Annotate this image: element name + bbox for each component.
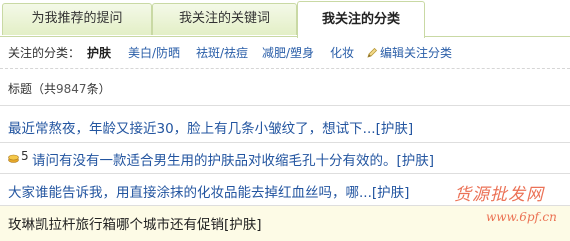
- question-title: 最近常熬夜，年龄又接近30，脸上有几条小皱纹了，想试下...: [8, 121, 376, 137]
- question-tag: [护肤]: [371, 185, 410, 201]
- filter-label: 关注的分类：: [8, 46, 81, 60]
- pencil-icon: [367, 47, 378, 58]
- edit-categories-link[interactable]: 编辑关注分类: [380, 44, 452, 62]
- category-skincare[interactable]: 护肤: [87, 44, 111, 62]
- count-number: 9847: [56, 82, 87, 96]
- divider: [0, 173, 570, 174]
- question-tag: [护肤]: [396, 153, 435, 169]
- question-row[interactable]: 玫琳凯拉杆旅行箱哪个城市还有促销[护肤]: [0, 206, 570, 241]
- tab-followed-categories[interactable]: 我关注的分类: [297, 1, 425, 38]
- question-link[interactable]: 请问有没有一款适合男生用的护肤品对收缩毛孔十分有效的。[护肤]: [32, 149, 434, 169]
- category-slimming[interactable]: 减肥/塑身: [262, 44, 314, 62]
- question-link[interactable]: 玫琳凯拉杆旅行箱哪个城市还有促销[护肤]: [8, 213, 262, 233]
- category-makeup[interactable]: 化妆: [330, 44, 354, 62]
- tab-bar: 为我推荐的提问 我关注的关键词 我关注的分类: [0, 0, 570, 38]
- category-spot-acne[interactable]: 祛斑/祛痘: [196, 44, 248, 62]
- watermark-logo-text: 货源批发网: [454, 185, 544, 205]
- question-row[interactable]: 最近常熬夜，年龄又接近30，脸上有几条小皱纹了，想试下...[护肤]: [0, 111, 570, 140]
- watermark-url: www.6pf.cn: [486, 210, 557, 224]
- reward-points: 5: [21, 149, 29, 163]
- question-title: 大家谁能告诉我，用直接涂抹的化妆品能去掉红血丝吗，哪...: [8, 185, 372, 201]
- category-whitening-sunscreen[interactable]: 美白/防晒: [128, 44, 180, 62]
- question-tag: [护肤]: [224, 217, 262, 233]
- question-title: 请问有没有一款适合男生用的护肤品对收缩毛孔十分有效的。: [32, 153, 397, 169]
- count-suffix: 条）: [86, 82, 111, 96]
- count-prefix: 标题（共: [8, 82, 57, 96]
- tab-followed-keywords[interactable]: 我关注的关键词: [152, 3, 297, 35]
- category-filter-bar: 关注的分类： 护肤 美白/防晒 祛斑/祛痘 减肥/塑身 化妆 编辑关注分类: [8, 44, 452, 62]
- question-row[interactable]: 5 请问有没有一款适合男生用的护肤品对收缩毛孔十分有效的。[护肤]: [0, 143, 570, 172]
- question-count: 标题（共9847条）: [8, 81, 111, 97]
- question-link[interactable]: 最近常熬夜，年龄又接近30，脸上有几条小皱纹了，想试下...[护肤]: [8, 117, 413, 137]
- divider: [0, 68, 570, 69]
- question-title: 玫琳凯拉杆旅行箱哪个城市还有促销: [8, 217, 224, 233]
- question-tag: [护肤]: [375, 121, 414, 137]
- tab-recommended-questions[interactable]: 为我推荐的提问: [2, 3, 152, 35]
- divider: [0, 105, 570, 106]
- question-link[interactable]: 大家谁能告诉我，用直接涂抹的化妆品能去掉红血丝吗，哪...[护肤]: [8, 181, 409, 201]
- coin-icon: [8, 154, 19, 163]
